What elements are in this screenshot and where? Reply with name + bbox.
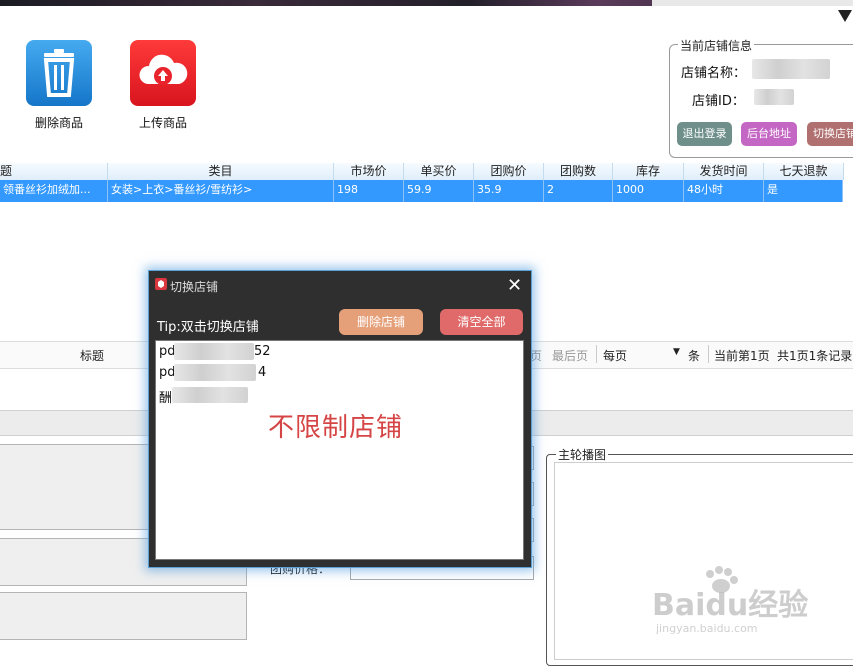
- watermark-url: jingyan.baidu.com: [656, 622, 758, 635]
- delete-store-button[interactable]: 删除店铺: [339, 309, 423, 335]
- store-name-value-blurred: [752, 59, 830, 79]
- cell-group-price: 35.9: [474, 180, 544, 202]
- cell-stock: 1000: [613, 180, 684, 202]
- store-name-blurred: [172, 387, 248, 403]
- dialog-title: 切换店铺: [170, 280, 219, 294]
- title-search-label: 标题: [80, 349, 105, 363]
- pager-divider: [596, 345, 597, 363]
- col-header-refund[interactable]: 七天退款: [764, 163, 844, 180]
- close-icon[interactable]: ✕: [507, 276, 522, 296]
- upload-product-label: 上传商品: [138, 116, 187, 130]
- cell-refund: 是: [764, 180, 843, 202]
- store-name-blurred: [174, 343, 254, 360]
- cell-single-price: 59.9: [404, 180, 474, 202]
- col-header-group-count[interactable]: 团购数: [544, 163, 613, 180]
- per-page-dropdown-icon[interactable]: ▼: [673, 347, 680, 357]
- delete-product-label: 删除商品: [34, 116, 83, 130]
- col-header-market-price[interactable]: 市场价: [334, 163, 404, 180]
- cloud-upload-icon: [130, 40, 196, 106]
- store-list-item-suffix: 4: [258, 365, 267, 380]
- dialog-tip: Tip:双击切换店铺: [157, 320, 259, 335]
- dropdown-arrow-icon[interactable]: [838, 10, 852, 22]
- switch-store-button[interactable]: 切换店铺: [807, 122, 853, 146]
- store-id-value-blurred: [754, 89, 794, 105]
- backend-address-button[interactable]: 后台地址: [741, 122, 797, 146]
- col-header-ship-time[interactable]: 发货时间: [684, 163, 764, 180]
- trash-icon: [26, 40, 92, 106]
- watermark-brand: Baidu经验: [652, 588, 809, 623]
- cell-title: 领番丝衫加绒加...: [0, 180, 108, 202]
- current-page-text: 当前第1页: [714, 349, 770, 363]
- logout-button[interactable]: 退出登录: [677, 122, 732, 146]
- form-panel-3[interactable]: [0, 592, 247, 640]
- col-header-category[interactable]: 类目: [108, 163, 334, 180]
- store-name-blurred: [174, 364, 256, 381]
- upload-product-button[interactable]: [130, 40, 196, 106]
- app-logo-icon: [154, 277, 168, 291]
- col-header-group-price[interactable]: 团购价: [474, 163, 544, 180]
- store-id-label: 店铺ID：: [692, 94, 745, 109]
- cell-category: 女装>上衣>番丝衫/雪纺衫>: [108, 180, 334, 202]
- col-header-stock[interactable]: 库存: [613, 163, 684, 180]
- pager-divider-2: [708, 345, 709, 363]
- cell-ship-time: 48小时: [684, 180, 764, 202]
- total-records-text: 共1页1条记录: [777, 349, 853, 363]
- col-header-single-price[interactable]: 单买价: [404, 163, 474, 180]
- col-header-title[interactable]: 题: [0, 163, 108, 180]
- main-slideshow-legend: 主轮播图: [556, 446, 609, 463]
- per-page-unit: 条: [688, 349, 701, 363]
- unlimited-stores-annotation: 不限制店铺: [268, 413, 404, 443]
- store-name-label: 店铺名称：: [681, 66, 747, 81]
- store-list-item[interactable]: 酬: [159, 387, 172, 406]
- top-banner-gap: [652, 0, 853, 6]
- store-list-item-suffix: 52: [254, 344, 271, 359]
- per-page-label: 每页: [603, 349, 628, 363]
- store-info-legend: 当前店铺信息: [678, 37, 755, 54]
- cell-market-price: 198: [334, 180, 404, 202]
- last-page-link[interactable]: 最后页: [552, 347, 588, 364]
- clear-all-button[interactable]: 清空全部: [440, 309, 523, 335]
- cell-group-count: 2: [544, 180, 613, 202]
- delete-product-button[interactable]: [26, 40, 92, 106]
